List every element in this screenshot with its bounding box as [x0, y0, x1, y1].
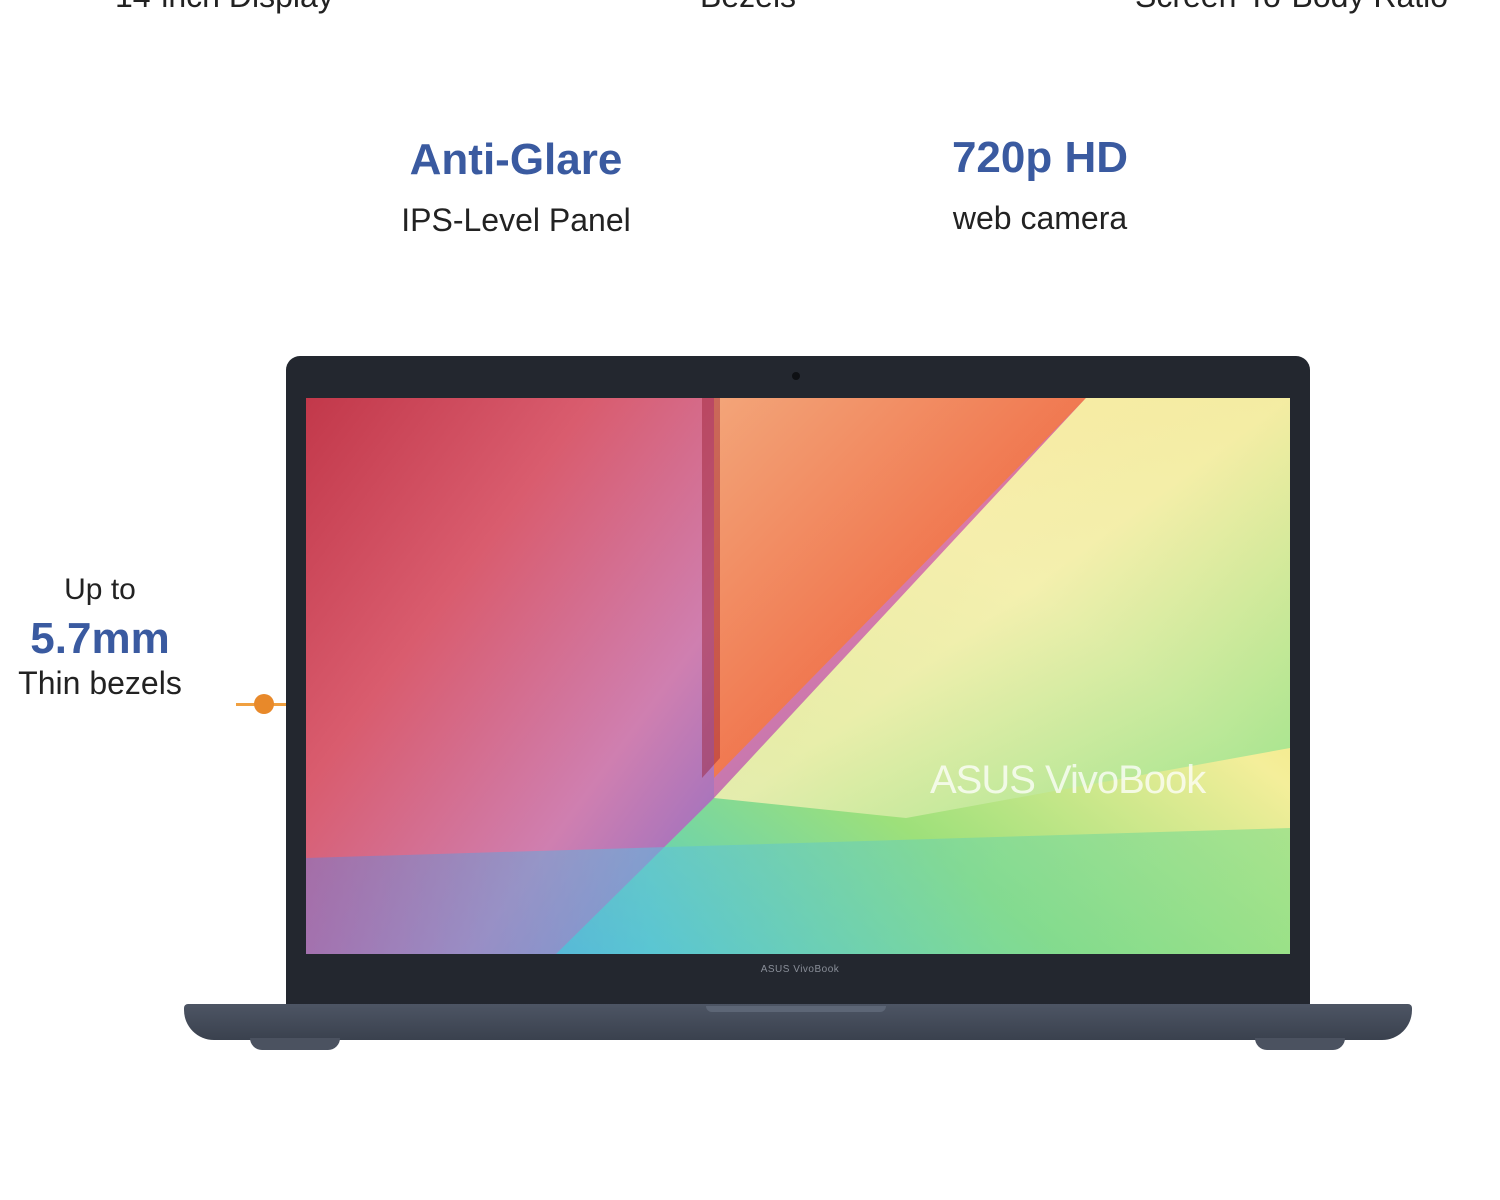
- laptop-foot-left: [250, 1038, 340, 1050]
- feature-webcam: 720p HD web camera: [860, 133, 1220, 236]
- wallpaper-brand-text: ASUS VivoBook: [930, 758, 1206, 802]
- feature-headline: 720p HD: [951, 133, 1129, 182]
- feature-subtitle: IPS-Level Panel: [401, 202, 631, 238]
- laptop-base-notch: [706, 1006, 886, 1012]
- feature-anti-glare: Anti-Glare IPS-Level Panel: [336, 135, 696, 238]
- product-feature-page: 14-inch Display Bezels Screen-To-Body Ra…: [0, 0, 1500, 1200]
- callout-pointer-dot: [254, 694, 274, 714]
- feature-subtitle: web camera: [952, 200, 1128, 236]
- bezel-prefix: Up to: [64, 573, 136, 606]
- feature-headline: Anti-Glare: [409, 135, 623, 184]
- top-label-bezels: Bezels: [700, 0, 796, 15]
- bezel-suffix: Thin bezels: [18, 665, 182, 701]
- chin-logo: ASUS VivoBook: [760, 964, 840, 975]
- webcam-icon: [792, 372, 800, 380]
- top-label-screen-ratio: Screen-To-Body Ratio: [1135, 0, 1448, 15]
- laptop-foot-right: [1255, 1038, 1345, 1050]
- bezel-value: 5.7mm: [30, 614, 170, 663]
- top-label-display: 14-inch Display: [115, 0, 334, 15]
- laptop-screen: [306, 398, 1290, 954]
- bezel-callout: Up to 5.7mm Thin bezels: [0, 573, 200, 701]
- wallpaper-graphic: [306, 398, 1290, 954]
